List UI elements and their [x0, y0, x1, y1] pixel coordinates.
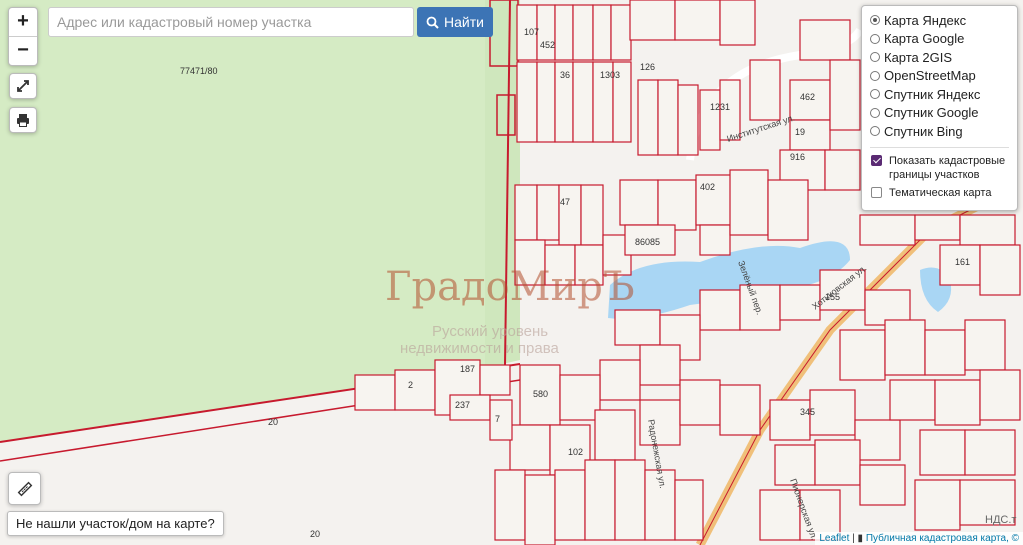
toggle-thematic-map[interactable]: Тематическая карта [870, 186, 1017, 200]
radio-icon[interactable] [870, 52, 880, 63]
svg-text:7: 7 [495, 414, 500, 424]
layer-label: Спутник Bing [884, 123, 963, 139]
corner-watermark: НДС.т [985, 514, 1016, 526]
radio-icon[interactable] [870, 70, 880, 81]
radio-icon[interactable] [870, 15, 880, 26]
printer-icon [17, 114, 29, 127]
search-button[interactable]: Найти [417, 7, 493, 37]
svg-text:187: 187 [460, 364, 475, 374]
label-77471-80: 77471/80 [180, 66, 218, 76]
layer-option-openstreetmap[interactable]: OpenStreetMap [870, 67, 1017, 86]
layer-option-yandex-satellite[interactable]: Спутник Яндекс [870, 85, 1017, 104]
svg-text:462: 462 [800, 92, 815, 102]
attribution-separator: | [849, 533, 858, 544]
svg-text:237: 237 [455, 400, 470, 410]
svg-text:36: 36 [560, 70, 570, 80]
attribution: Leaflet | ▮ Публичная кадастровая карта,… [815, 532, 1023, 545]
flag-icon: ▮ [857, 533, 864, 544]
svg-text:20: 20 [268, 417, 278, 427]
layer-option-2gis-map[interactable]: Карта 2GIS [870, 48, 1017, 67]
svg-text:1231: 1231 [710, 102, 730, 112]
svg-text:102: 102 [568, 447, 583, 457]
svg-text:161: 161 [955, 257, 970, 267]
svg-text:402: 402 [700, 182, 715, 192]
measure-button[interactable] [8, 472, 41, 505]
svg-text:126: 126 [640, 62, 655, 72]
layer-label: Карта 2GIS [884, 49, 953, 65]
layer-label: OpenStreetMap [884, 68, 976, 84]
layer-option-bing-satellite[interactable]: Спутник Bing [870, 122, 1017, 141]
layer-option-google-satellite[interactable]: Спутник Google [870, 104, 1017, 123]
layer-label: Спутник Яндекс [884, 86, 981, 102]
not-found-button[interactable]: Не нашли участок/дом на карте? [7, 511, 224, 536]
radio-icon[interactable] [870, 33, 880, 44]
expand-icon [17, 80, 29, 92]
svg-text:недвижимости и права: недвижимости и права [400, 340, 560, 357]
cadastral-map-link[interactable]: Публичная кадастровая карта, © [866, 533, 1019, 544]
svg-text:107: 107 [524, 27, 539, 37]
checkbox-label: Тематическая карта [889, 186, 992, 199]
leaflet-link[interactable]: Leaflet [819, 533, 849, 544]
svg-text:345: 345 [800, 407, 815, 417]
checkbox-icon[interactable] [871, 186, 882, 198]
radio-icon[interactable] [870, 107, 880, 118]
layer-label: Карта Яндекс [884, 12, 967, 28]
fullscreen-button[interactable] [9, 73, 37, 99]
ruler-icon [17, 481, 32, 496]
layer-option-yandex-map[interactable]: Карта Яндекс [870, 11, 1017, 30]
svg-text:2: 2 [408, 380, 413, 390]
zoom-out-button[interactable]: − [9, 36, 37, 65]
layer-label: Карта Google [884, 31, 965, 47]
svg-text:1303: 1303 [600, 70, 620, 80]
svg-text:ГрадоМирЪ: ГрадоМирЪ [385, 264, 635, 310]
checkbox-label: Показать кадастровые границы участков [889, 154, 1006, 181]
zoom-in-button[interactable]: + [9, 8, 37, 36]
layer-label: Спутник Google [884, 105, 979, 121]
search-button-label: Найти [444, 14, 484, 30]
svg-text:916: 916 [790, 152, 805, 162]
svg-text:452: 452 [540, 40, 555, 50]
zoom-control: + − [8, 7, 38, 66]
svg-text:Русский уровень: Русский уровень [432, 323, 548, 340]
svg-text:86085: 86085 [635, 237, 660, 247]
radio-icon[interactable] [870, 89, 880, 100]
checkbox-icon[interactable] [871, 154, 882, 166]
radio-icon[interactable] [870, 126, 880, 137]
toggle-cadastral-borders[interactable]: Показать кадастровые границы участков [870, 154, 1017, 182]
search-input[interactable] [48, 7, 414, 37]
svg-text:19: 19 [795, 127, 805, 137]
divider [870, 146, 1009, 148]
search-icon [426, 16, 439, 29]
layer-option-google-map[interactable]: Карта Google [870, 30, 1017, 49]
layer-switcher: Карта Яндекс Карта Google Карта 2GIS Ope… [861, 5, 1018, 211]
svg-text:580: 580 [533, 389, 548, 399]
svg-text:47: 47 [560, 197, 570, 207]
svg-text:20: 20 [310, 529, 320, 539]
print-button[interactable] [9, 107, 37, 133]
